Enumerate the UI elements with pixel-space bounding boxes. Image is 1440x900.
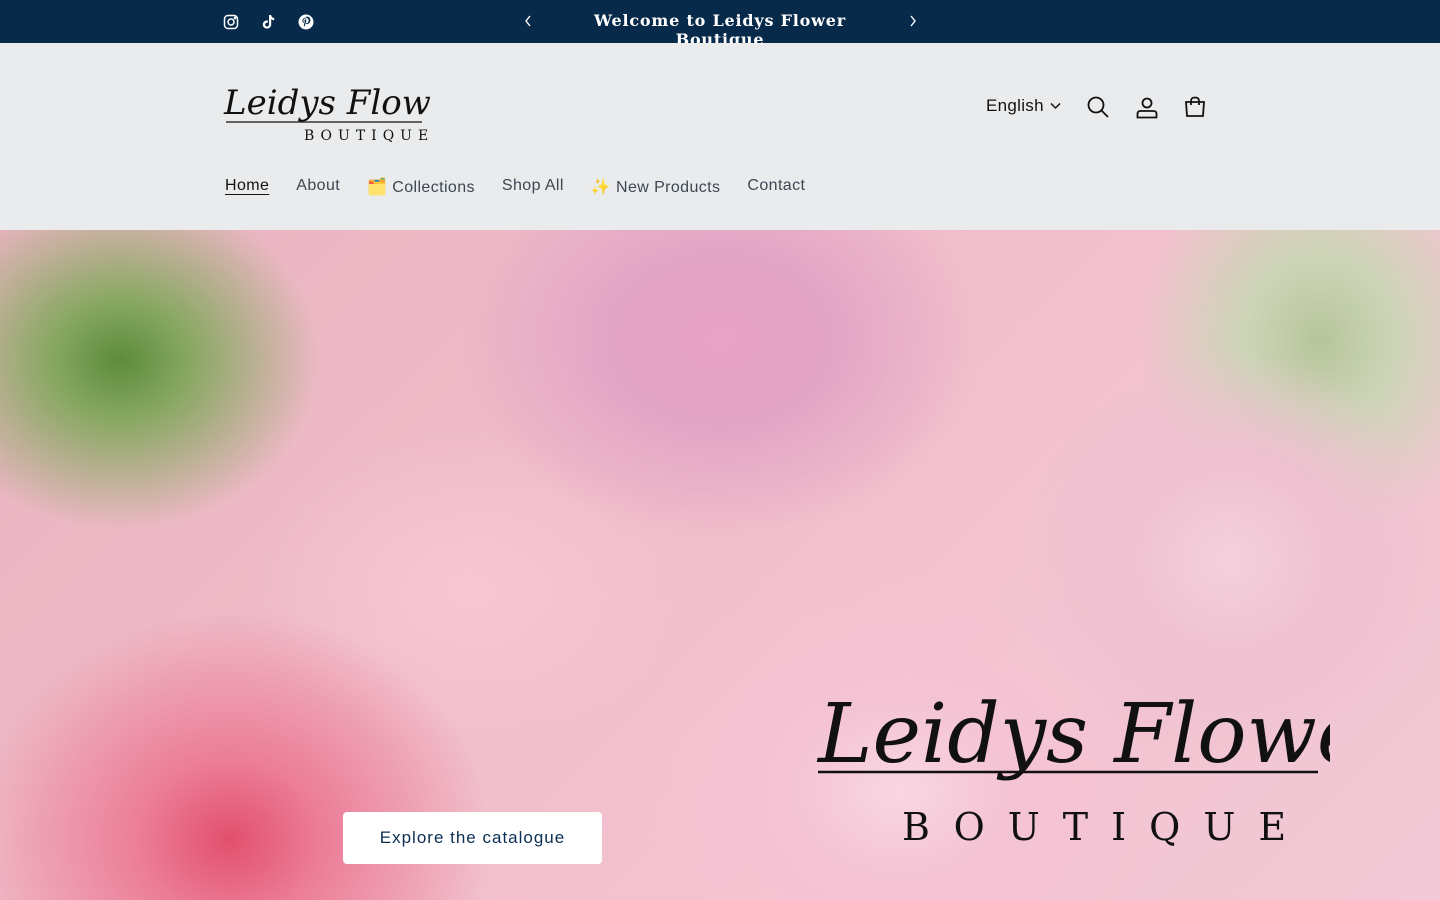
hero-logo-script-text: Leidys Flower — [816, 687, 1330, 782]
tiktok-icon[interactable] — [258, 12, 278, 32]
account-icon[interactable] — [1134, 94, 1160, 120]
cart-icon[interactable] — [1182, 94, 1208, 120]
language-selector[interactable]: English — [986, 96, 1061, 116]
site-header: Leidys Flower BOUTIQUE English Home Abou… — [0, 43, 1440, 230]
pinterest-icon[interactable] — [296, 12, 316, 32]
hero-logo-sub-text: BOUTIQUE — [902, 805, 1309, 849]
instagram-icon[interactable] — [221, 12, 241, 32]
logo-script-text: Leidys Flower — [223, 83, 432, 123]
language-label: English — [986, 96, 1044, 115]
announcement-bar: Welcome to Leidys Flower Boutique — [0, 0, 1440, 49]
main-nav: Home About 🗂️ Collections Shop All ✨ New… — [225, 177, 832, 197]
nav-item-contact[interactable]: Contact — [747, 177, 805, 197]
chevron-down-icon — [1050, 102, 1061, 110]
chevron-left-icon[interactable] — [519, 12, 537, 30]
explore-catalogue-button[interactable]: Explore the catalogue — [343, 812, 602, 864]
nav-item-shop-all[interactable]: Shop All — [502, 177, 564, 197]
logo-sub-text: BOUTIQUE — [304, 128, 432, 144]
nav-item-home[interactable]: Home — [225, 177, 269, 197]
search-icon[interactable] — [1085, 94, 1111, 120]
site-logo[interactable]: Leidys Flower BOUTIQUE — [222, 70, 469, 146]
chevron-right-icon[interactable] — [904, 12, 922, 30]
nav-item-about[interactable]: About — [296, 177, 340, 197]
nav-item-new-products[interactable]: ✨ New Products — [591, 177, 721, 197]
hero-logo: Leidys Flower BOUTIQUE — [816, 687, 1330, 849]
nav-item-collections[interactable]: 🗂️ Collections — [367, 177, 475, 197]
hero-banner: Leidys Flower BOUTIQUE Explore the catal… — [0, 230, 1440, 900]
